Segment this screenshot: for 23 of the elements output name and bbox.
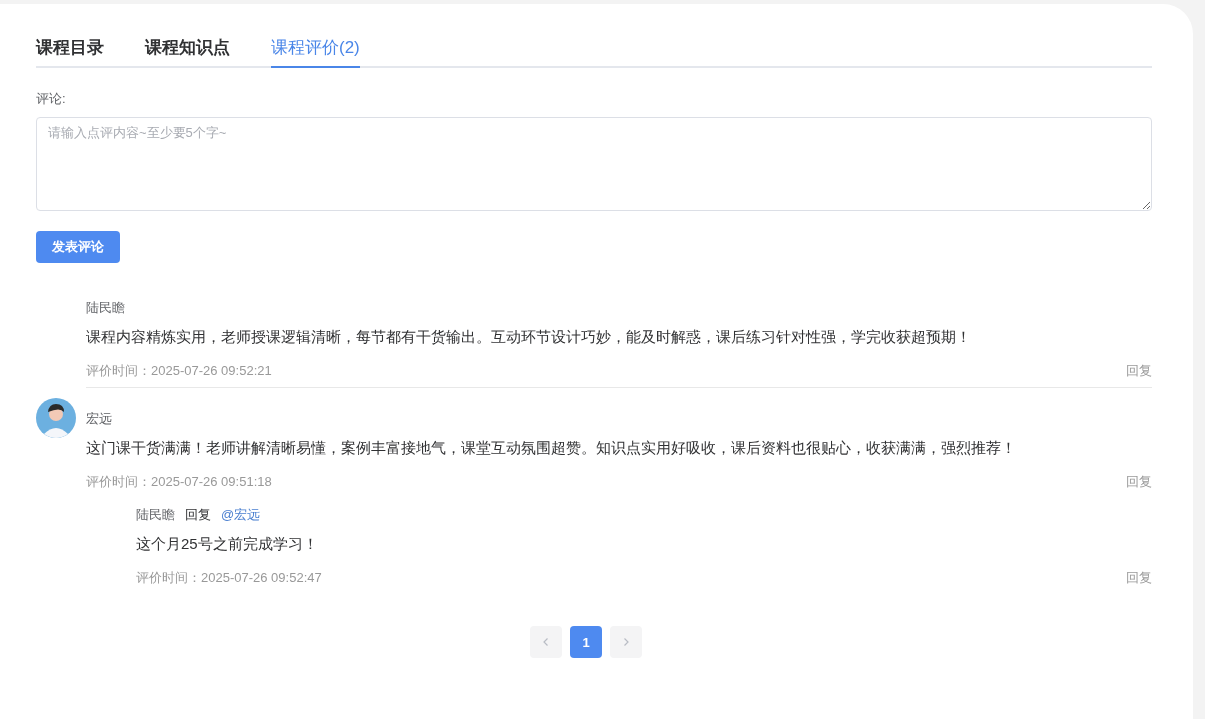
- comment-text: 课程内容精炼实用，老师授课逻辑清晰，每节都有干货输出。互动环节设计巧妙，能及时解惑，课后练习针对性强，学完收获超预期！: [86, 328, 972, 347]
- chevron-left-icon: [541, 637, 551, 647]
- chevron-right-icon: [621, 637, 631, 647]
- reply-label: 回复: [185, 506, 211, 524]
- reply-link[interactable]: 回复: [1126, 361, 1152, 381]
- reply-link[interactable]: 回复: [1126, 568, 1152, 588]
- comment-label: 评论:: [36, 90, 67, 108]
- comment-text: 这门课干货满满！老师讲解清晰易懂，案例丰富接地气，课堂互动氛围超赞。知识点实用好吸收，课后资料也很贴心，收获满满，强烈推荐！: [86, 439, 1017, 458]
- reply-time: 评价时间：2025-07-26 09:52:47: [136, 569, 322, 587]
- reply-author: 陆民瞻: [136, 506, 175, 524]
- comment-time: 评价时间：2025-07-26 09:51:18: [86, 473, 272, 491]
- reply-text: 这个月25号之前完成学习！: [136, 535, 319, 554]
- comment-input[interactable]: 请输入点评内容~至少要5个字~: [36, 117, 1152, 211]
- mention-link[interactable]: @宏远: [221, 506, 261, 524]
- tab[interactable]: 课程知识点: [145, 28, 230, 68]
- tab[interactable]: 课程目录: [36, 28, 104, 68]
- comment-author: 宏远: [86, 410, 113, 428]
- reply-link[interactable]: 回复: [1126, 472, 1152, 492]
- comment-time: 评价时间：2025-07-26 09:52:21: [86, 362, 272, 380]
- submit-comment-button[interactable]: 发表评论: [36, 231, 120, 263]
- page-button[interactable]: 1: [570, 626, 602, 658]
- comment-author: 陆民瞻: [86, 299, 126, 317]
- tab[interactable]: 课程评价(2): [271, 28, 360, 68]
